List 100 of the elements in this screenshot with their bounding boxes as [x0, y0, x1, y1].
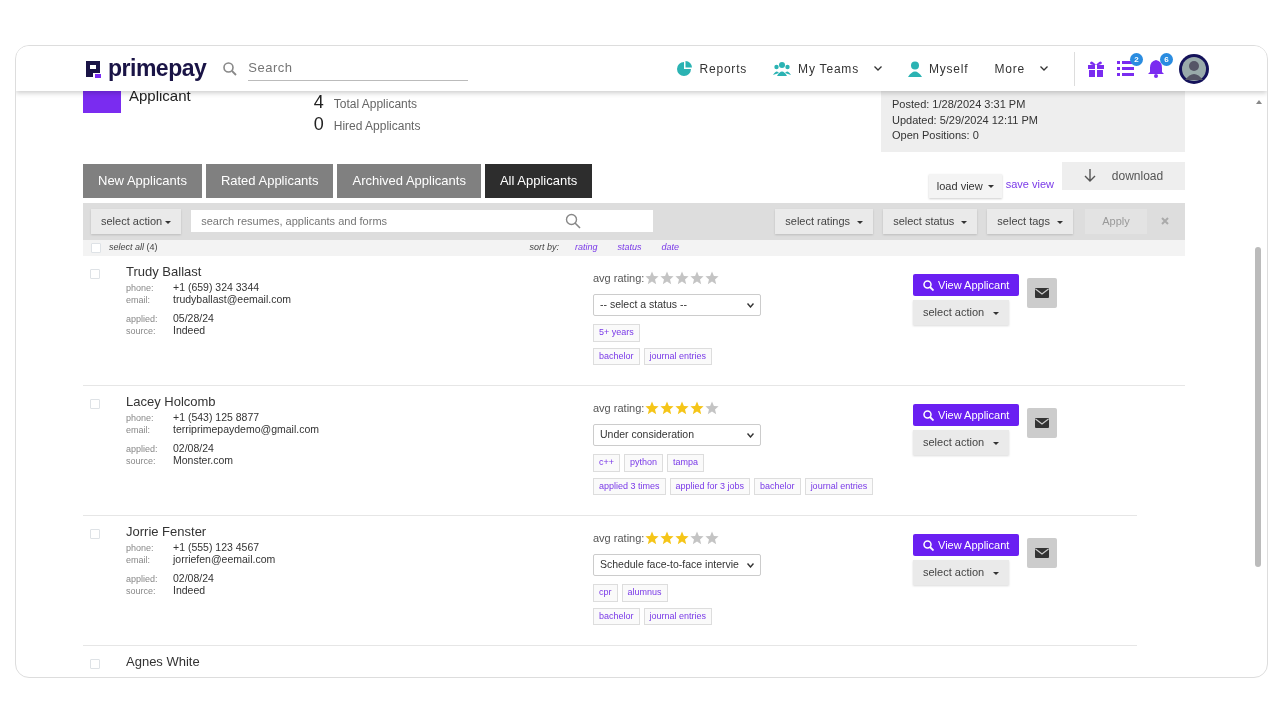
- tag-link[interactable]: tampa: [667, 454, 705, 472]
- tag-link[interactable]: cpr: [593, 584, 618, 602]
- tag-link[interactable]: journal entries: [643, 347, 713, 365]
- load-view-button[interactable]: load view: [928, 173, 1002, 198]
- star-icon: [660, 270, 675, 285]
- sort-link[interactable]: rating: [575, 240, 598, 255]
- email-button[interactable]: [1027, 277, 1058, 308]
- save-view-link[interactable]: save view: [1005, 175, 1054, 192]
- sort-link[interactable]: date: [661, 240, 680, 255]
- nav-link[interactable]: More: [994, 59, 1048, 78]
- nav-link[interactable]: My Teams: [773, 59, 882, 78]
- job-info-text: Updated: 5/29/2024 12:11 PM: [892, 112, 1039, 128]
- star-icon: [690, 270, 705, 285]
- field-label: applied:: [126, 312, 159, 326]
- applicant-checkbox[interactable]: [90, 658, 100, 669]
- view-applicant-button[interactable]: View Applicant: [913, 273, 1020, 296]
- star-icon: [705, 270, 720, 285]
- applicant-name: Agnes White: [126, 653, 201, 670]
- tag-link[interactable]: python: [624, 454, 664, 472]
- tab[interactable]: Rated Applicants: [205, 164, 334, 198]
- applicant-checkbox[interactable]: [90, 268, 100, 279]
- tag-link[interactable]: journal entries: [643, 607, 713, 625]
- people-icon: [773, 60, 792, 77]
- stat-label: Hired Applicants: [333, 118, 421, 135]
- status-dropdown[interactable]: Schedule face-to-face intervie: [593, 554, 761, 576]
- zoom-icon: [923, 410, 934, 422]
- field-label: source:: [126, 454, 157, 468]
- field-label: applied:: [126, 442, 159, 456]
- bell-icon[interactable]: [1147, 59, 1165, 78]
- envelope-icon: [1035, 417, 1050, 428]
- star-icon: [645, 530, 660, 545]
- select-action-button[interactable]: select action: [913, 300, 1010, 325]
- status-dropdown[interactable]: -- select a status --: [593, 294, 761, 316]
- applicant-name: Lacey Holcomb: [126, 393, 217, 410]
- sort-label: sort by:: [529, 240, 560, 254]
- email-button[interactable]: [1027, 407, 1058, 438]
- star-icon: [705, 400, 720, 415]
- notification-badge: 2: [1130, 53, 1143, 66]
- select-action-button[interactable]: select action: [913, 560, 1010, 585]
- star-icon: [645, 400, 660, 415]
- field-value: +1 (659) 324 3344: [173, 279, 260, 295]
- tag-link[interactable]: alumnus: [621, 584, 668, 602]
- star-icon: [660, 400, 675, 415]
- rating-label: avg rating:: [593, 400, 645, 416]
- tag-link[interactable]: 5+ years: [593, 324, 640, 342]
- caret-icon: [961, 220, 968, 224]
- status-dropdown[interactable]: Under consideration: [593, 424, 761, 446]
- logo-text: primepay: [108, 57, 207, 80]
- arrow-down-icon: [1083, 169, 1096, 184]
- filter-dropdown[interactable]: select status: [883, 209, 978, 234]
- star-icon: [705, 530, 720, 545]
- tab[interactable]: New Applicants: [83, 164, 202, 198]
- view-applicant-button[interactable]: View Applicant: [913, 403, 1020, 426]
- star-icon: [675, 270, 690, 285]
- nav-link[interactable]: Myself: [907, 59, 969, 78]
- tag-link[interactable]: applied 3 times: [593, 477, 666, 495]
- field-label: source:: [126, 584, 157, 598]
- tag-link[interactable]: bachelor: [754, 477, 801, 495]
- job-info-text: Open Positions: 0: [892, 128, 980, 143]
- chevron-icon: [747, 302, 754, 308]
- chevron-icon: [747, 432, 754, 438]
- search-field[interactable]: search resumes, applicants and forms: [191, 210, 654, 233]
- tab[interactable]: All Applicants: [484, 164, 593, 198]
- tag-link[interactable]: bachelor: [593, 607, 640, 625]
- download-button[interactable]: download: [1062, 161, 1185, 190]
- view-applicant-button[interactable]: View Applicant: [913, 533, 1020, 556]
- tag-link[interactable]: journal entries: [804, 477, 874, 495]
- star-icon: [660, 530, 675, 545]
- filter-dropdown[interactable]: select tags: [987, 209, 1073, 234]
- tag-link[interactable]: c++: [593, 454, 620, 472]
- field-value: +1 (555) 123 4567: [173, 539, 260, 555]
- email-button[interactable]: [1027, 537, 1058, 568]
- select-action-button[interactable]: select action: [91, 209, 182, 234]
- field-label: phone:: [126, 281, 155, 295]
- select-action-button[interactable]: select action: [913, 430, 1010, 455]
- sort-link[interactable]: status: [617, 240, 642, 255]
- gift-icon[interactable]: [1087, 59, 1105, 78]
- caret-icon: [857, 220, 864, 224]
- caret-icon: [987, 185, 994, 189]
- applicant-checkbox[interactable]: [90, 398, 100, 409]
- field-label: source:: [126, 324, 157, 338]
- select-all-label: select all (4): [109, 240, 158, 254]
- person-icon: [907, 60, 922, 77]
- filter-dropdown[interactable]: select ratings: [775, 209, 874, 234]
- tag-link[interactable]: bachelor: [593, 347, 640, 365]
- avatar[interactable]: [1179, 53, 1209, 84]
- tab[interactable]: Archived Applicants: [337, 164, 481, 198]
- select-all-checkbox[interactable]: [91, 242, 101, 253]
- applicant-checkbox[interactable]: [90, 528, 100, 539]
- list-icon[interactable]: [1117, 59, 1135, 78]
- caret-icon: [165, 220, 172, 224]
- caret-icon: [993, 311, 1000, 315]
- chevron-icon: [1040, 66, 1048, 71]
- caret-icon: [1057, 220, 1063, 224]
- nav-link[interactable]: Reports: [676, 59, 748, 78]
- star-icon: [645, 270, 660, 285]
- zoom-icon: [923, 280, 934, 292]
- stat-count: 4: [313, 93, 325, 111]
- tag-link[interactable]: applied for 3 jobs: [669, 477, 751, 495]
- search-icon: [565, 213, 582, 230]
